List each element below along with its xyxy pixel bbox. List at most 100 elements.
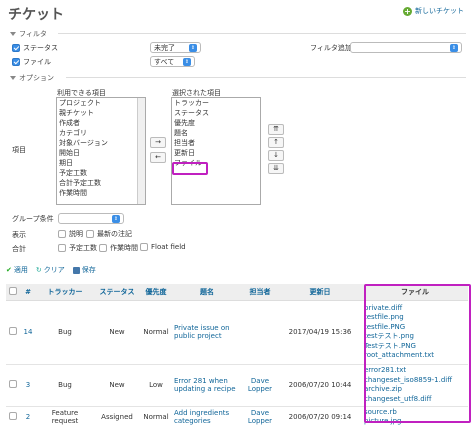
show-last-notes-option: 最新の注記 (86, 229, 132, 239)
subject-cell: Error 281 when updating a recipe (172, 364, 242, 407)
show-description-checkbox[interactable] (58, 230, 66, 238)
column-header-id[interactable]: # (20, 284, 36, 301)
filter-file-select[interactable]: すべて ⇕ (150, 56, 195, 67)
add-filter-select[interactable]: ⇕ (350, 42, 462, 53)
remove-column-button[interactable]: ← (150, 152, 166, 163)
row-checkbox-cell (6, 300, 20, 365)
attachment-link[interactable]: error281.txt (364, 366, 466, 376)
list-item[interactable]: ステータス (172, 108, 260, 118)
totals-spent-checkbox[interactable] (99, 244, 107, 252)
totals-estimated-label: 予定工数 (69, 244, 97, 252)
column-header-priority[interactable]: 優先度 (140, 284, 172, 301)
column-header-subject-label[interactable]: 題名 (200, 288, 214, 296)
list-item[interactable]: 優先度 (172, 118, 260, 128)
column-header-updated-label[interactable]: 更新日 (310, 288, 331, 296)
totals-spent-option: 作業時間 (99, 243, 138, 253)
filters-section-toggle[interactable]: フィルタ (10, 29, 47, 39)
attachment-link[interactable]: testテスト.png (364, 332, 466, 342)
move-up-button[interactable]: ↑ (268, 137, 284, 148)
column-header-assignee[interactable]: 担当者 (242, 284, 278, 301)
clear-link[interactable]: ↻ クリア (36, 265, 65, 275)
list-item[interactable]: トラッカー (172, 98, 260, 108)
filters-divider (58, 33, 466, 34)
filter-file-checkbox[interactable] (12, 58, 20, 66)
updated-cell: 2017/04/19 15:36 (278, 300, 362, 365)
attachment-link[interactable]: changeset_utf8.diff (364, 395, 466, 405)
dropdown-arrow-icon: ⇕ (112, 214, 120, 223)
show-description-option: 説明 (58, 229, 83, 239)
column-header-updated[interactable]: 更新日 (278, 284, 362, 301)
list-item[interactable]: 作成者 (57, 118, 145, 128)
row-checkbox[interactable] (9, 380, 17, 388)
totals-float-checkbox[interactable] (140, 243, 148, 251)
list-item[interactable]: 期日 (57, 158, 145, 168)
assignee-link[interactable]: Dave Lopper (248, 377, 272, 393)
attachment-link[interactable]: testfile.PNG (364, 323, 466, 333)
row-checkbox[interactable] (9, 327, 17, 335)
column-header-id-label[interactable]: # (25, 288, 31, 296)
add-column-button[interactable]: → (150, 137, 166, 148)
attachment-link[interactable]: Testテスト.PNG (364, 342, 466, 352)
subject-link[interactable]: Private issue on public project (174, 324, 230, 340)
list-item[interactable]: 更新日 (172, 148, 260, 158)
issue-id-link[interactable]: 2 (26, 413, 30, 421)
totals-estimated-checkbox[interactable] (58, 244, 66, 252)
attachment-link[interactable]: testfile.png (364, 313, 466, 323)
column-header-status[interactable]: ステータス (94, 284, 140, 301)
column-header-assignee-label[interactable]: 担当者 (250, 288, 271, 296)
new-issue-link[interactable]: + 新しいチケット (403, 6, 464, 16)
filter-status-checkbox[interactable] (12, 44, 20, 52)
assignee-cell: Dave Lopper (242, 406, 278, 427)
move-bottom-button[interactable]: ⇊ (268, 163, 284, 174)
attachment-link[interactable]: root_attachment.txt (364, 351, 466, 361)
tracker-cell: Bug (36, 300, 94, 365)
table-row[interactable]: 3 Bug New Low Error 281 when updating a … (6, 364, 468, 407)
query-actions: ✔ 適用 ↻ クリア 保存 (6, 265, 96, 275)
list-item[interactable]: 作業時間 (57, 188, 145, 198)
select-all-checkbox[interactable] (9, 286, 17, 295)
list-item[interactable]: 開始日 (57, 148, 145, 158)
column-header-subject[interactable]: 題名 (172, 284, 242, 301)
table-row[interactable]: 2 Feature request Assigned Normal Add in… (6, 406, 468, 427)
list-item[interactable]: 担当者 (172, 138, 260, 148)
attachment-link[interactable]: archive.zip (364, 385, 466, 395)
options-section-toggle[interactable]: オプション (10, 73, 54, 83)
attachment-link[interactable]: picture.jpg (364, 417, 466, 427)
options-section-label: オプション (19, 74, 54, 82)
subject-link[interactable]: Add ingredients categories (174, 409, 229, 425)
row-checkbox[interactable] (9, 412, 17, 420)
column-header-priority-label[interactable]: 優先度 (146, 288, 167, 296)
list-item[interactable]: 親チケット (57, 108, 145, 118)
list-item[interactable]: 対象バージョン (57, 138, 145, 148)
selected-columns-list[interactable]: トラッカー ステータス 優先度 題名 担当者 更新日 ファイル (171, 97, 261, 205)
add-filter-label: フィルタ追加 (310, 44, 352, 52)
column-header-tracker-label[interactable]: トラッカー (48, 288, 83, 296)
issue-id-link[interactable]: 14 (24, 328, 33, 336)
table-row[interactable]: 14 Bug New Normal Private issue on publi… (6, 300, 468, 365)
filter-status-select[interactable]: 未完了 ⇕ (150, 42, 201, 53)
list-item[interactable]: プロジェクト (57, 98, 145, 108)
list-item[interactable]: 予定工数 (57, 168, 145, 178)
save-link[interactable]: 保存 (72, 265, 96, 275)
available-columns-list[interactable]: プロジェクト 親チケット 作成者 カテゴリ 対象バージョン 開始日 期日 予定工… (56, 97, 146, 205)
group-by-select[interactable]: ⇕ (58, 213, 124, 224)
subject-link[interactable]: Error 281 when updating a recipe (174, 377, 236, 393)
apply-link[interactable]: ✔ 適用 (6, 265, 28, 275)
attachment-link[interactable]: source.rb (364, 408, 466, 418)
list-scrollbar[interactable] (137, 98, 145, 204)
move-down-button[interactable]: ↓ (268, 150, 284, 161)
list-item[interactable]: 合計予定工数 (57, 178, 145, 188)
column-header-status-label[interactable]: ステータス (100, 288, 135, 296)
assignee-link[interactable]: Dave Lopper (248, 409, 272, 425)
issue-id-link[interactable]: 3 (26, 381, 30, 389)
new-issue-label: 新しいチケット (415, 7, 464, 15)
column-header-tracker[interactable]: トラッカー (36, 284, 94, 301)
list-item[interactable]: カテゴリ (57, 128, 145, 138)
move-top-button[interactable]: ⇈ (268, 124, 284, 135)
show-last-notes-checkbox[interactable] (86, 230, 94, 238)
list-item[interactable]: 題名 (172, 128, 260, 138)
attachment-link[interactable]: private.diff (364, 304, 466, 314)
checkmark-icon: ✔ (6, 266, 12, 274)
list-item[interactable]: ファイル (172, 158, 260, 168)
attachment-link[interactable]: changeset_iso8859-1.diff (364, 376, 466, 386)
